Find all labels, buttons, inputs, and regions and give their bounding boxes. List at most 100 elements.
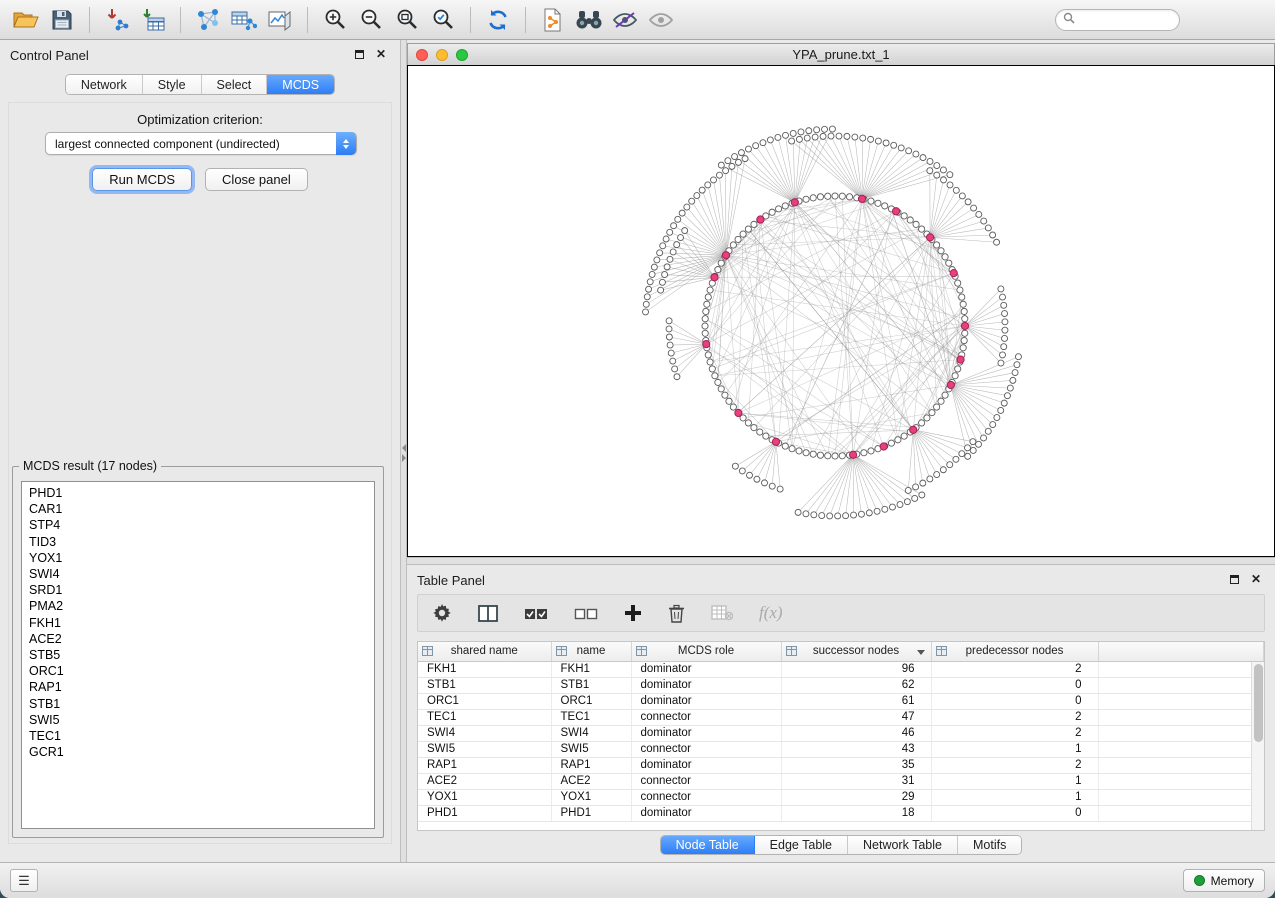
folder-open-icon[interactable]	[8, 4, 44, 36]
import-network-arrow-icon[interactable]	[99, 4, 135, 36]
table-cell[interactable]: dominator	[631, 677, 781, 693]
tab-motifs[interactable]: Motifs	[958, 836, 1021, 854]
mcds-result-item[interactable]: RAP1	[22, 679, 374, 695]
table-cell[interactable]: connector	[631, 789, 781, 805]
mcds-result-item[interactable]: SWI5	[22, 712, 374, 728]
table-cell[interactable]: TEC1	[551, 709, 631, 725]
table-cell[interactable]: STB1	[418, 677, 551, 693]
table-cell[interactable]: PHD1	[418, 805, 551, 821]
close-panel-icon[interactable]: ✕	[374, 47, 388, 61]
scrollbar-thumb[interactable]	[1254, 664, 1263, 742]
mcds-result-item[interactable]: CAR1	[22, 501, 374, 517]
memory-button[interactable]: Memory	[1183, 869, 1265, 892]
network-from-table-icon[interactable]	[226, 4, 262, 36]
table-cell[interactable]: 35	[781, 757, 931, 773]
split-columns-icon[interactable]	[478, 600, 498, 626]
table-cell[interactable]: PHD1	[551, 805, 631, 821]
zoom-out-icon[interactable]	[353, 4, 389, 36]
select-all-checks-icon[interactable]	[524, 600, 548, 626]
table-row[interactable]: TEC1TEC1connector472	[418, 709, 1264, 725]
mcds-result-item[interactable]: TID3	[22, 534, 374, 550]
close-window-icon[interactable]	[416, 49, 428, 61]
column-header-shared-name[interactable]: shared name	[418, 642, 551, 661]
import-table-arrow-icon[interactable]	[135, 4, 171, 36]
column-header-successor-nodes[interactable]: successor nodes	[781, 642, 931, 661]
mcds-result-list[interactable]: PHD1CAR1STP4TID3YOX1SWI4SRD1PMA2FKH1ACE2…	[21, 481, 375, 829]
plus-icon[interactable]	[624, 600, 642, 626]
table-cell[interactable]: 0	[931, 677, 1098, 693]
table-cell[interactable]: STB1	[551, 677, 631, 693]
network-window-titlebar[interactable]: YPA_prune.txt_1	[407, 43, 1275, 65]
horizontal-splitter[interactable]	[407, 557, 1275, 565]
run-mcds-button[interactable]: Run MCDS	[92, 168, 192, 191]
table-cell[interactable]: SWI4	[551, 725, 631, 741]
save-icon[interactable]	[44, 4, 80, 36]
table-row[interactable]: RAP1RAP1dominator352	[418, 757, 1264, 773]
table-cell[interactable]: 43	[781, 741, 931, 757]
deselect-all-squares-icon[interactable]	[574, 600, 598, 626]
table-cell[interactable]: 1	[931, 789, 1098, 805]
table-cell[interactable]: 0	[931, 805, 1098, 821]
mcds-result-item[interactable]: GCR1	[22, 744, 374, 760]
table-cell[interactable]: ACE2	[418, 773, 551, 789]
table-cell[interactable]: SWI4	[418, 725, 551, 741]
tab-style[interactable]: Style	[143, 75, 202, 94]
table-cell[interactable]: ORC1	[551, 693, 631, 709]
tab-network[interactable]: Network	[66, 75, 143, 94]
close-table-panel-icon[interactable]: ✕	[1249, 572, 1263, 586]
gear-icon[interactable]	[432, 600, 452, 626]
table-cell[interactable]: 96	[781, 661, 931, 677]
table-cell[interactable]: 18	[781, 805, 931, 821]
table-cell[interactable]: connector	[631, 741, 781, 757]
table-cell[interactable]: connector	[631, 709, 781, 725]
panel-menu-button[interactable]: ☰	[10, 869, 38, 892]
table-cell[interactable]: RAP1	[551, 757, 631, 773]
table-cell[interactable]: dominator	[631, 661, 781, 677]
binoculars-icon[interactable]	[571, 4, 607, 36]
optimization-criterion-dropdown[interactable]: largest connected component (undirected)	[45, 132, 357, 155]
refresh-icon[interactable]	[480, 4, 516, 36]
table-row[interactable]: SWI5SWI5connector431	[418, 741, 1264, 757]
table-cell[interactable]: 2	[931, 725, 1098, 741]
table-cell[interactable]: SWI5	[551, 741, 631, 757]
mcds-result-item[interactable]: STB5	[22, 647, 374, 663]
mcds-result-item[interactable]: STB1	[22, 696, 374, 712]
tab-node-table[interactable]: Node Table	[661, 836, 755, 854]
close-panel-button[interactable]: Close panel	[205, 168, 308, 191]
zoom-check-icon[interactable]	[425, 4, 461, 36]
table-cell[interactable]: 62	[781, 677, 931, 693]
network-graph[interactable]	[408, 66, 1274, 556]
mcds-result-item[interactable]: SWI4	[22, 566, 374, 582]
tab-mcds[interactable]: MCDS	[267, 75, 334, 94]
table-cell[interactable]: 2	[931, 709, 1098, 725]
network-nodes-icon[interactable]	[190, 4, 226, 36]
mcds-result-item[interactable]: STP4	[22, 517, 374, 533]
table-row[interactable]: YOX1YOX1connector291	[418, 789, 1264, 805]
table-scrollbar[interactable]	[1251, 662, 1264, 830]
table-row[interactable]: ACE2ACE2connector311	[418, 773, 1264, 789]
float-panel-icon[interactable]	[352, 47, 366, 61]
table-cell[interactable]: 61	[781, 693, 931, 709]
search-field[interactable]	[1055, 9, 1180, 31]
trash-icon[interactable]	[668, 600, 685, 626]
table-cell[interactable]: 0	[931, 693, 1098, 709]
eye-icon[interactable]	[643, 4, 679, 36]
tab-edge-table[interactable]: Edge Table	[755, 836, 848, 854]
tab-select[interactable]: Select	[202, 75, 268, 94]
zoom-fit-icon[interactable]	[389, 4, 425, 36]
table-cell[interactable]: 46	[781, 725, 931, 741]
table-row[interactable]: STB1STB1dominator620	[418, 677, 1264, 693]
table-cell[interactable]: dominator	[631, 805, 781, 821]
table-cell[interactable]: dominator	[631, 725, 781, 741]
table-cell[interactable]: 31	[781, 773, 931, 789]
table-cell[interactable]: ACE2	[551, 773, 631, 789]
network-image-icon[interactable]	[262, 4, 298, 36]
table-cell[interactable]: 47	[781, 709, 931, 725]
table-cell[interactable]: 29	[781, 789, 931, 805]
mcds-result-item[interactable]: PHD1	[22, 485, 374, 501]
mcds-result-item[interactable]: FKH1	[22, 615, 374, 631]
table-row[interactable]: SWI4SWI4dominator462	[418, 725, 1264, 741]
tab-network-table[interactable]: Network Table	[848, 836, 958, 854]
table-cell[interactable]: RAP1	[418, 757, 551, 773]
column-header-name[interactable]: name	[551, 642, 631, 661]
